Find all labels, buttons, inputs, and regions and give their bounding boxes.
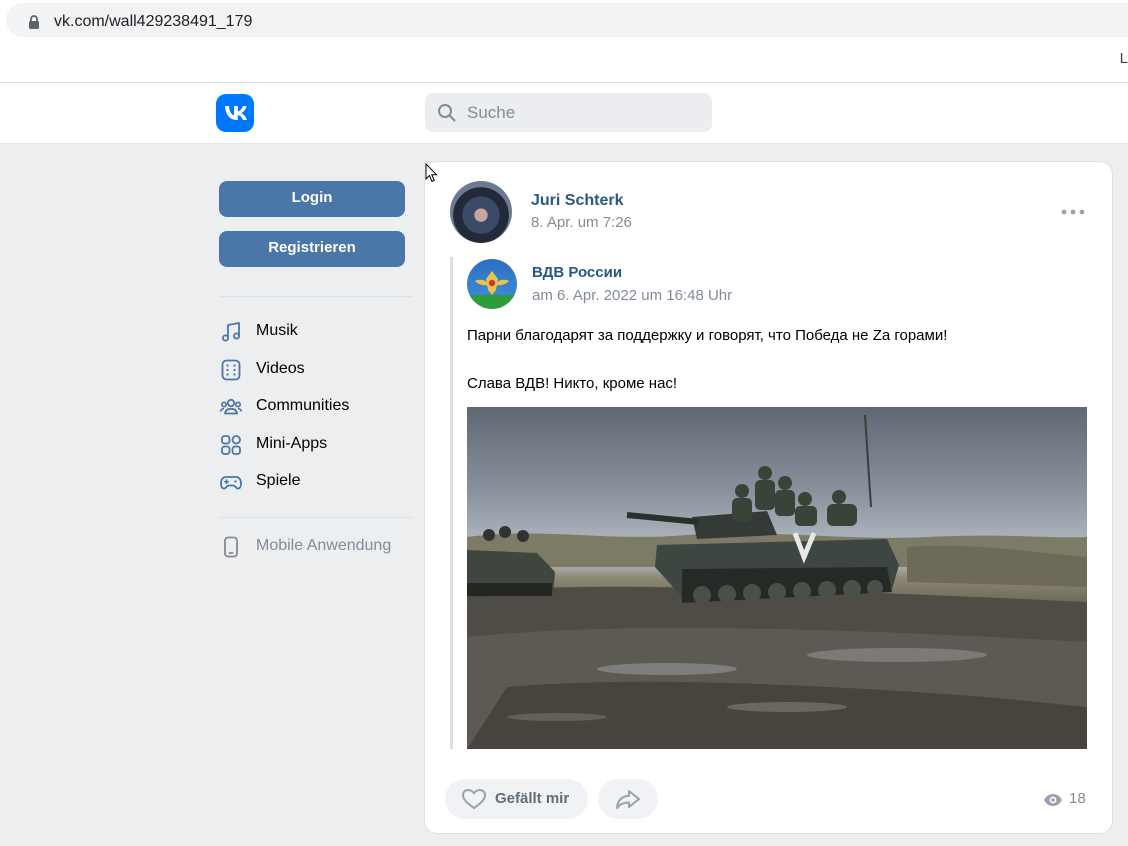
sidebar-item-musik[interactable]: Musik: [219, 317, 409, 347]
bookmarks-bar: [0, 40, 1128, 83]
sidebar-item-videos[interactable]: Videos: [219, 355, 409, 385]
repost-avatar[interactable]: [467, 259, 517, 309]
register-button[interactable]: Registrieren: [219, 231, 405, 267]
search-icon: [438, 104, 456, 122]
gamepad-icon: [220, 476, 242, 490]
mouse-cursor-icon: [425, 163, 438, 183]
sidebar-item-label: Mini-Apps: [256, 435, 328, 452]
like-button[interactable]: Gefällt mir: [445, 779, 588, 819]
post-date[interactable]: 8. Apr. um 7:26: [531, 214, 632, 231]
sidebar-divider: [219, 296, 413, 297]
bookmark-edge-text[interactable]: L: [1120, 50, 1128, 67]
post-photo[interactable]: [467, 407, 1087, 749]
url-box[interactable]: vk.com/wall429238491_179: [6, 3, 1128, 37]
views-count: 18: [1069, 790, 1086, 807]
apps-grid-icon: [221, 435, 241, 455]
search-box[interactable]: [425, 93, 712, 132]
more-options-icon[interactable]: [1059, 202, 1087, 222]
post-text-line: Парни благодарят за поддержку и говорят,…: [467, 327, 948, 344]
vk-logo-icon[interactable]: [216, 94, 254, 132]
like-label: Gefällt mir: [495, 790, 570, 807]
repost-date[interactable]: am 6. Apr. 2022 um 16:48 Uhr: [532, 287, 732, 304]
video-film-icon: [221, 359, 241, 381]
sidebar-item-label: Musik: [256, 322, 298, 339]
post-text-line: Слава ВДВ! Никто, кроме нас!: [467, 375, 678, 392]
eye-icon: [1044, 794, 1062, 806]
music-note-icon: [222, 322, 240, 342]
share-arrow-icon: [616, 790, 640, 809]
post-author[interactable]: Juri Schterk: [531, 192, 623, 210]
sidebar-divider: [219, 517, 413, 518]
sidebar-item-label: Spiele: [256, 472, 301, 489]
heart-icon: [462, 789, 486, 809]
url-text[interactable]: vk.com/wall429238491_179: [54, 13, 252, 31]
mobile-phone-icon: [224, 536, 238, 558]
share-button[interactable]: [598, 779, 658, 819]
users-icon: [219, 398, 243, 415]
sidebar-item-communities[interactable]: Communities: [219, 392, 409, 422]
lock-icon: [29, 15, 39, 29]
repost-author[interactable]: ВДВ России: [532, 264, 622, 281]
sidebar-item-label: Mobile Anwendung: [256, 537, 392, 554]
sidebar-item-spiele[interactable]: Spiele: [219, 467, 409, 497]
vk-header: [0, 83, 1128, 144]
browser-address-bar: vk.com/wall429238491_179: [0, 0, 1128, 40]
sidebar-item-mobile-app[interactable]: Mobile Anwendung: [219, 532, 409, 562]
sidebar-item-label: Videos: [256, 360, 305, 377]
repost-border: [450, 257, 453, 749]
search-input[interactable]: [467, 93, 697, 132]
sidebar-item-mini-apps[interactable]: Mini-Apps: [219, 430, 409, 460]
avatar[interactable]: [450, 181, 512, 243]
login-button[interactable]: Login: [219, 181, 405, 217]
wall-post: Juri Schterk 8. Apr. um 7:26 ВДВ России …: [425, 162, 1112, 833]
sidebar-item-label: Communities: [256, 397, 350, 414]
